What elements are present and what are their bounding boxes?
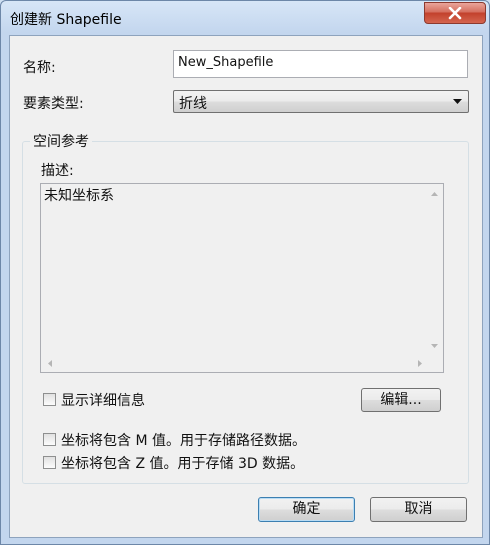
window-title: 创建新 Shapefile	[10, 12, 122, 28]
z-values-label[interactable]: 坐标将包含 Z 值。用于存储 3D 数据。	[61, 453, 304, 473]
scroll-right-icon[interactable]	[418, 360, 422, 367]
dialog-body: 名称: New_Shapefile 要素类型: 折线 空间参考 描述: 未知坐标…	[9, 35, 483, 538]
name-input[interactable]: New_Shapefile	[173, 50, 468, 78]
show-details-checkbox[interactable]	[43, 393, 56, 406]
cancel-button[interactable]: 取消	[370, 497, 467, 522]
feature-type-label: 要素类型:	[23, 96, 84, 112]
scroll-down-icon[interactable]	[431, 344, 438, 348]
title-bar[interactable]: 创建新 Shapefile	[1, 1, 490, 35]
description-textbox[interactable]: 未知坐标系	[40, 183, 444, 373]
ok-button[interactable]: 确定	[258, 497, 355, 522]
feature-type-value: 折线	[179, 96, 207, 112]
dialog-window: 创建新 Shapefile 名称: New_Shapefile 要素类型: 折线…	[0, 0, 490, 545]
horizontal-scrollbar[interactable]	[41, 355, 427, 372]
z-values-checkbox[interactable]	[43, 456, 56, 469]
close-button[interactable]	[424, 2, 486, 24]
description-label: 描述:	[41, 163, 74, 179]
m-values-checkbox[interactable]	[43, 433, 56, 446]
feature-type-dropdown[interactable]: 折线	[173, 90, 469, 113]
edit-button[interactable]: 编辑...	[361, 388, 441, 412]
name-label: 名称:	[23, 60, 56, 76]
spatial-reference-title: 空间参考	[30, 131, 92, 151]
show-details-label[interactable]: 显示详细信息	[61, 390, 145, 410]
chevron-down-icon	[453, 99, 462, 104]
vertical-scrollbar[interactable]	[426, 184, 443, 356]
close-icon	[448, 7, 462, 20]
scrollbar-corner	[426, 355, 443, 372]
scroll-up-icon[interactable]	[431, 192, 438, 196]
m-values-label[interactable]: 坐标将包含 M 值。用于存储路径数据。	[61, 430, 306, 450]
description-text: 未知坐标系	[44, 188, 114, 204]
scroll-left-icon[interactable]	[48, 360, 52, 367]
